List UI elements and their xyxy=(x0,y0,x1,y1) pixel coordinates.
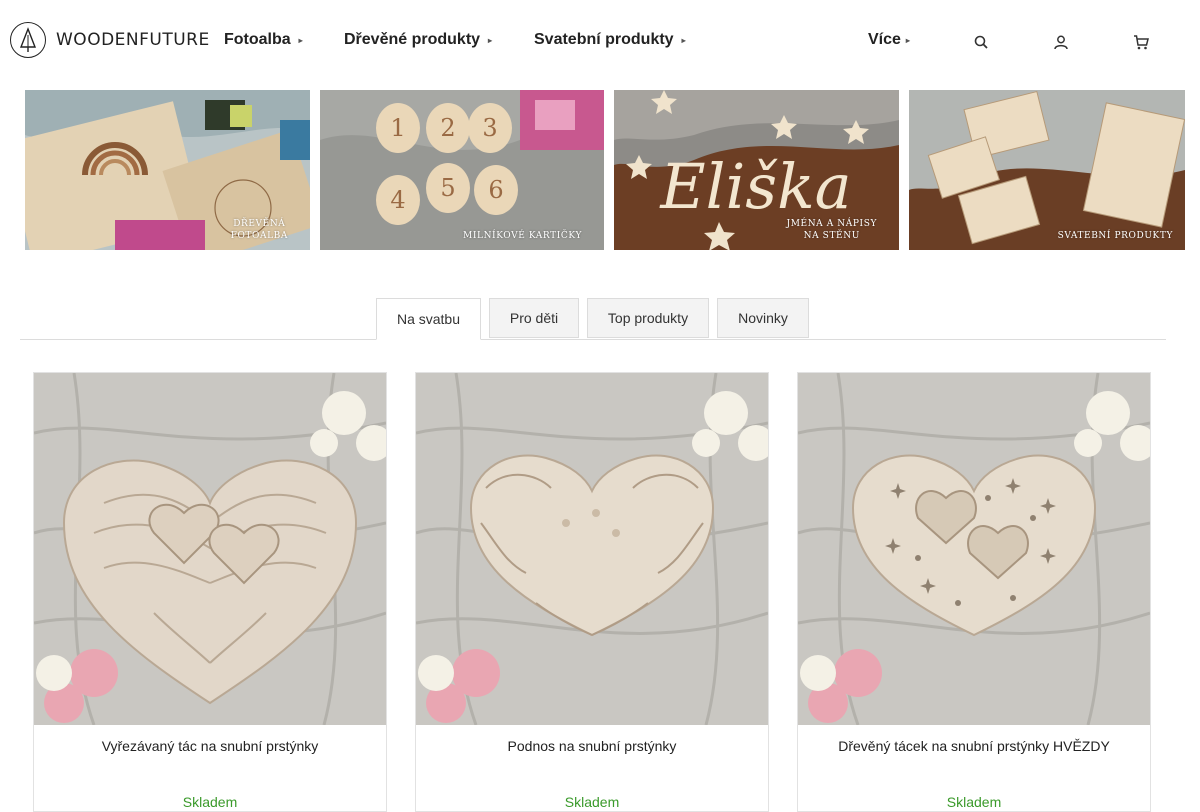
nav-label: Více xyxy=(868,31,901,48)
product-name[interactable]: Podnos na snubní prstýnky xyxy=(416,738,768,754)
banner-svatebni-produkty[interactable]: SVATEBNÍ PRODUKTY xyxy=(909,90,1185,250)
stock-status: Skladem xyxy=(946,794,1002,810)
banner-caption: MILNÍKOVÉ KARTIČKY xyxy=(463,231,582,241)
product-image[interactable] xyxy=(34,373,386,725)
svg-text:5: 5 xyxy=(440,174,455,202)
caret-right-icon: ▸ xyxy=(681,35,686,45)
svg-text:2: 2 xyxy=(440,114,455,142)
banner-jmena-napisy[interactable]: Eliška JMÉNA A NÁPISY NA STĚNU xyxy=(614,90,899,250)
product-image[interactable] xyxy=(416,373,768,725)
svg-text:Eliška: Eliška xyxy=(659,150,851,223)
site-header: WOODENFUTURE Fotoalba ▸ Dřevěné produkty… xyxy=(0,0,1200,80)
svg-text:6: 6 xyxy=(488,176,503,204)
nav-svatebni-produkty[interactable]: Svatební produkty ▸ xyxy=(534,31,686,49)
tabs-divider xyxy=(20,339,1166,340)
tab-pro-deti[interactable]: Pro děti xyxy=(489,298,579,338)
cart-icon[interactable] xyxy=(1133,34,1149,50)
caret-right-icon: ▸ xyxy=(488,35,493,45)
search-icon[interactable] xyxy=(973,34,989,50)
nav-label: Dřevěné produkty xyxy=(344,31,481,48)
banner-fotoalba[interactable]: DŘEVĚNÁ FOTOALBA xyxy=(25,90,310,250)
product-card[interactable]: Dřevěný tácek na snubní prstýnky HVĚZDY … xyxy=(797,372,1151,812)
caret-right-icon: ▸ xyxy=(905,35,910,45)
banner-image: 123 456 xyxy=(320,90,604,250)
tab-na-svatbu[interactable]: Na svatbu xyxy=(376,298,481,340)
tree-logo-icon xyxy=(10,22,46,58)
tab-top-produkty[interactable]: Top produkty xyxy=(587,298,709,338)
banner-image xyxy=(909,90,1185,250)
logo[interactable]: WOODENFUTURE xyxy=(10,20,210,60)
svg-text:1: 1 xyxy=(390,114,405,142)
product-name[interactable]: Vyřezávaný tác na snubní prstýnky xyxy=(34,738,386,754)
banner-milnikove-karticky[interactable]: 123 456 MILNÍKOVÉ KARTIČKY xyxy=(320,90,604,250)
nav-label: Fotoalba xyxy=(224,31,291,48)
product-card[interactable]: Vyřezávaný tác na snubní prstýnky Sklade… xyxy=(33,372,387,812)
banner-caption: DŘEVĚNÁ FOTOALBA xyxy=(230,219,288,241)
stock-status: Skladem xyxy=(182,794,238,810)
svg-text:4: 4 xyxy=(390,186,405,214)
logo-text: WOODENFUTURE xyxy=(56,30,210,50)
svg-text:3: 3 xyxy=(482,114,497,142)
banner-caption: SVATEBNÍ PRODUKTY xyxy=(1057,231,1173,241)
stock-status: Skladem xyxy=(564,794,620,810)
nav-label: Svatební produkty xyxy=(534,31,674,48)
banner-caption: JMÉNA A NÁPISY NA STĚNU xyxy=(786,219,877,241)
caret-right-icon: ▸ xyxy=(298,35,303,45)
product-name[interactable]: Dřevěný tácek na snubní prstýnky HVĚZDY xyxy=(798,738,1150,754)
product-card[interactable]: Podnos na snubní prstýnky Skladem xyxy=(415,372,769,812)
nav-fotoalba[interactable]: Fotoalba ▸ xyxy=(224,31,303,49)
nav-vice[interactable]: Více ▸ xyxy=(868,31,910,49)
product-image[interactable] xyxy=(798,373,1150,725)
tab-novinky[interactable]: Novinky xyxy=(717,298,809,338)
user-icon[interactable] xyxy=(1053,34,1069,50)
nav-drevene-produkty[interactable]: Dřevěné produkty ▸ xyxy=(344,31,492,49)
